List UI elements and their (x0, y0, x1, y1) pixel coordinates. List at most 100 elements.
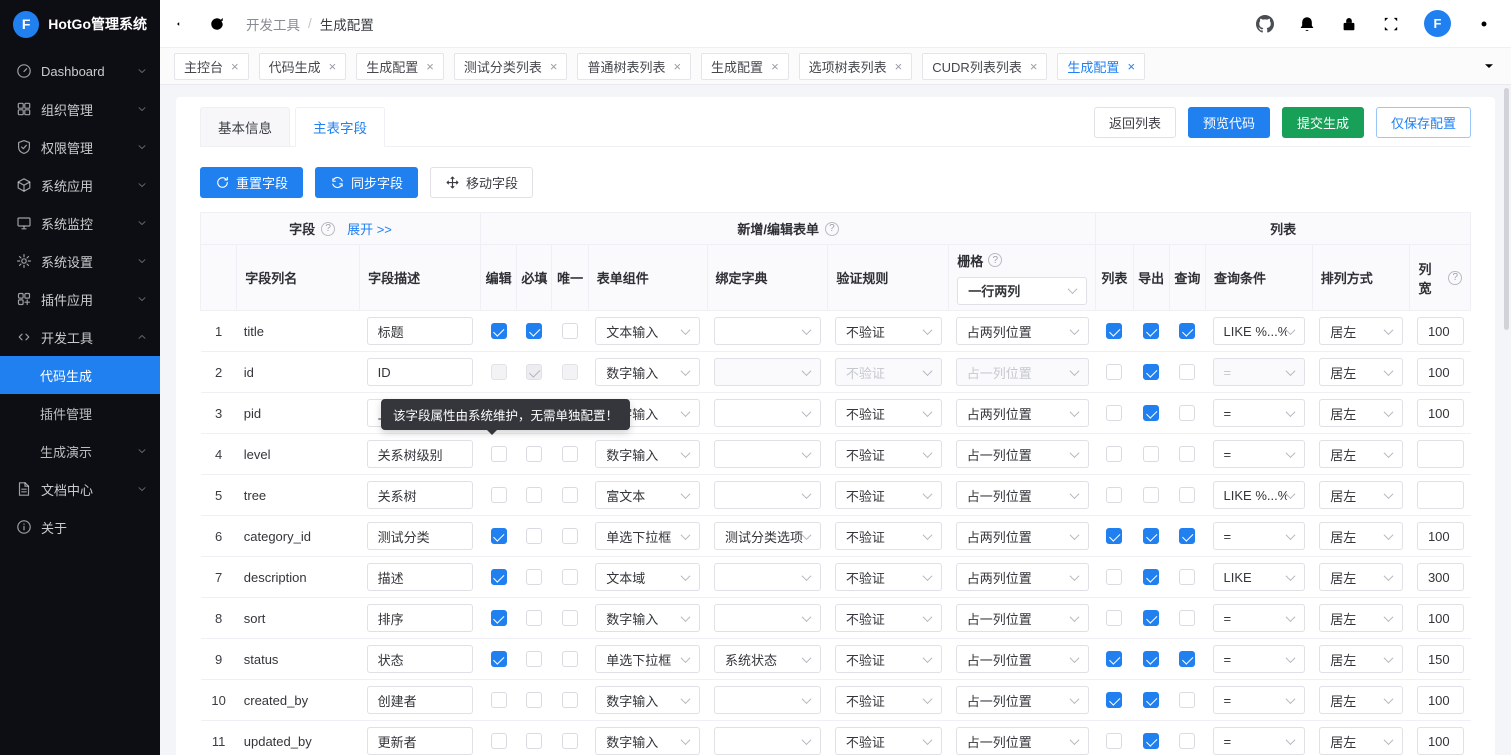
query-checkbox[interactable] (1179, 405, 1195, 421)
dict-select[interactable] (714, 481, 821, 509)
unique-checkbox[interactable] (562, 487, 578, 503)
required-checkbox[interactable] (526, 651, 542, 667)
dict-select[interactable]: 测试分类选项 (714, 522, 821, 550)
grid-select[interactable]: 占两列位置 (956, 522, 1089, 550)
component-select[interactable]: 数字输入 (595, 358, 700, 386)
export-checkbox[interactable] (1143, 651, 1159, 667)
list-checkbox[interactable] (1106, 405, 1122, 421)
align-select[interactable]: 居左 (1319, 686, 1403, 714)
width-input[interactable]: 100 (1417, 727, 1464, 755)
tab-chip[interactable]: 主控台× (174, 53, 249, 80)
export-checkbox[interactable] (1143, 364, 1159, 380)
move-fields-button[interactable]: 移动字段 (430, 167, 533, 198)
help-icon[interactable] (321, 222, 335, 236)
condition-select[interactable]: = (1213, 440, 1306, 468)
rule-select[interactable]: 不验证 (835, 440, 942, 468)
reset-fields-button[interactable]: 重置字段 (200, 167, 303, 198)
grid-select[interactable]: 占两列位置 (956, 399, 1089, 427)
rule-select[interactable]: 不验证 (835, 399, 942, 427)
lock-screen-icon[interactable] (1340, 15, 1358, 33)
github-icon[interactable] (1256, 15, 1274, 33)
field-desc-input[interactable]: 创建者 (367, 686, 474, 714)
rule-select[interactable]: 不验证 (835, 481, 942, 509)
width-input[interactable]: 150 (1417, 645, 1464, 673)
unique-checkbox[interactable] (562, 733, 578, 749)
sidebar-item-system-app[interactable]: 系统应用 (0, 166, 160, 204)
align-select[interactable]: 居左 (1319, 727, 1403, 755)
edit-checkbox[interactable] (491, 692, 507, 708)
export-checkbox[interactable] (1143, 323, 1159, 339)
component-select[interactable]: 数字输入 (595, 604, 700, 632)
preview-code-button[interactable]: 预览代码 (1188, 107, 1270, 138)
field-desc-input[interactable]: 测试分类 (367, 522, 474, 550)
tab-chip[interactable]: 生成配置× (356, 53, 444, 80)
sidebar-item-dev-tools[interactable]: 开发工具 (0, 318, 160, 356)
width-input[interactable]: 100 (1417, 604, 1464, 632)
back-to-list-button[interactable]: 返回列表 (1094, 107, 1176, 138)
query-checkbox[interactable] (1179, 446, 1195, 462)
unique-checkbox[interactable] (562, 323, 578, 339)
condition-select[interactable]: = (1213, 399, 1306, 427)
edit-checkbox[interactable] (491, 528, 507, 544)
field-desc-input[interactable]: 关系树级别 (367, 440, 474, 468)
collapse-sidebar-icon[interactable] (174, 15, 192, 33)
edit-checkbox[interactable] (491, 651, 507, 667)
component-select[interactable]: 数字输入 (595, 727, 700, 755)
edit-checkbox[interactable] (491, 446, 507, 462)
width-input[interactable]: 100 (1417, 317, 1464, 345)
save-config-only-button[interactable]: 仅保存配置 (1376, 107, 1471, 138)
tab-chip[interactable]: 选项树表列表× (799, 53, 913, 80)
user-avatar[interactable]: F (1424, 10, 1451, 37)
align-select[interactable]: 居左 (1319, 481, 1403, 509)
rule-select[interactable]: 不验证 (835, 645, 942, 673)
export-checkbox[interactable] (1143, 610, 1159, 626)
tab-chip[interactable]: 生成配置× (701, 53, 789, 80)
grid-select[interactable]: 占一列位置 (956, 604, 1089, 632)
sidebar-item-gen-demo[interactable]: 生成演示 (0, 432, 160, 470)
edit-checkbox[interactable] (491, 733, 507, 749)
align-select[interactable]: 居左 (1319, 563, 1403, 591)
field-desc-input[interactable]: 关系树 (367, 481, 474, 509)
tab-close-icon[interactable]: × (550, 60, 558, 73)
condition-select[interactable]: = (1213, 604, 1306, 632)
sidebar-item-about[interactable]: 关于 (0, 508, 160, 546)
width-input[interactable]: 100 (1417, 686, 1464, 714)
dict-select[interactable] (714, 563, 821, 591)
export-checkbox[interactable] (1143, 733, 1159, 749)
width-input[interactable] (1417, 440, 1464, 468)
sidebar-item-system-settings[interactable]: 系统设置 (0, 242, 160, 280)
list-checkbox[interactable] (1106, 692, 1122, 708)
edit-checkbox[interactable] (491, 487, 507, 503)
list-checkbox[interactable] (1106, 446, 1122, 462)
tab-chip[interactable]: 生成配置× (1057, 53, 1145, 80)
rule-select[interactable]: 不验证 (835, 563, 942, 591)
required-checkbox[interactable] (526, 692, 542, 708)
query-checkbox[interactable] (1179, 487, 1195, 503)
component-select[interactable]: 文本输入 (595, 317, 700, 345)
required-checkbox[interactable] (526, 323, 542, 339)
tab-close-icon[interactable]: × (426, 60, 434, 73)
sidebar-item-org[interactable]: 组织管理 (0, 90, 160, 128)
list-checkbox[interactable] (1106, 364, 1122, 380)
list-checkbox[interactable] (1106, 323, 1122, 339)
width-input[interactable] (1417, 481, 1464, 509)
component-select[interactable]: 富文本 (595, 481, 700, 509)
edit-checkbox[interactable] (491, 569, 507, 585)
required-checkbox[interactable] (526, 487, 542, 503)
tab-close-icon[interactable]: × (895, 60, 903, 73)
grid-select[interactable]: 占两列位置 (956, 317, 1089, 345)
help-icon[interactable] (988, 253, 1002, 267)
grid-select[interactable]: 占一列位置 (956, 645, 1089, 673)
rule-select[interactable]: 不验证 (835, 317, 942, 345)
tabs-collapse-button[interactable] (1481, 58, 1497, 74)
condition-select[interactable]: = (1213, 522, 1306, 550)
tab-chip[interactable]: 代码生成× (259, 53, 347, 80)
export-checkbox[interactable] (1143, 692, 1159, 708)
field-desc-input[interactable]: 状态 (367, 645, 474, 673)
help-icon[interactable] (825, 222, 839, 236)
required-checkbox[interactable] (526, 446, 542, 462)
tab-close-icon[interactable]: × (1030, 60, 1038, 73)
required-checkbox[interactable] (526, 569, 542, 585)
rule-select[interactable]: 不验证 (835, 686, 942, 714)
export-checkbox[interactable] (1143, 569, 1159, 585)
